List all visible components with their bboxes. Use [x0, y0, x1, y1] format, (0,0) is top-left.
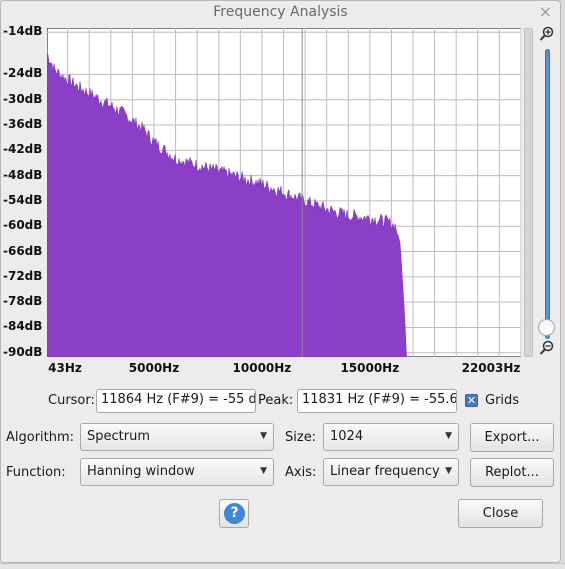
x-tick-label: 5000Hz — [128, 361, 180, 375]
x-tick-label: 43Hz — [48, 361, 82, 375]
y-tick-label: -78dB — [3, 294, 43, 309]
chevron-down-icon: ▼ — [445, 466, 452, 476]
zoom-in-icon[interactable] — [538, 26, 556, 44]
peak-label: Peak: — [258, 393, 294, 408]
spectrum-plot[interactable] — [47, 28, 521, 357]
y-tick-label: -60dB — [3, 218, 43, 233]
y-tick-label: -66dB — [3, 243, 43, 258]
size-select[interactable]: 1024 ▼ — [323, 423, 459, 451]
axis-value: Linear frequency — [330, 464, 440, 479]
axis-select[interactable]: Linear frequency ▼ — [323, 458, 459, 486]
peak-field[interactable]: 11831 Hz (F#9) = -55.6 — [297, 389, 457, 413]
grids-label: Grids — [485, 393, 520, 408]
help-button[interactable]: ? — [219, 499, 249, 528]
chevron-down-icon: ▼ — [260, 466, 267, 476]
y-tick-label: -42dB — [3, 142, 43, 157]
help-icon: ? — [224, 503, 245, 524]
algorithm-select[interactable]: Spectrum ▼ — [80, 423, 274, 451]
frequency-analysis-window: Frequency Analysis × -14dB -24dB -30dB -36d… — [0, 0, 561, 563]
replot-button[interactable]: Replot... — [470, 458, 554, 487]
grids-checkbox[interactable]: ✕ — [465, 394, 478, 407]
y-tick-label: -14dB — [3, 24, 43, 39]
x-tick-label: 15000Hz — [340, 361, 400, 375]
y-tick-label: -54dB — [3, 192, 43, 207]
y-tick-label: -24dB — [3, 66, 43, 81]
axis-label: Axis: — [285, 465, 317, 480]
chevron-down-icon: ▼ — [445, 431, 452, 441]
zoom-slider-track[interactable] — [545, 49, 550, 339]
export-button[interactable]: Export... — [470, 423, 554, 452]
cursor-field[interactable]: 11864 Hz (F#9) = -55 d — [96, 389, 256, 413]
spectrum-svg — [47, 28, 521, 357]
close-button[interactable]: Close — [458, 499, 543, 528]
algorithm-label: Algorithm: — [6, 430, 75, 445]
plot-vertical-scrollbar[interactable] — [524, 28, 533, 357]
cursor-label: Cursor: — [48, 393, 95, 408]
function-select[interactable]: Hanning window ▼ — [80, 458, 274, 486]
title-bar: Frequency Analysis × — [1, 1, 560, 25]
y-tick-label: -72dB — [3, 268, 43, 283]
window-close-icon[interactable]: × — [539, 2, 552, 21]
algorithm-value: Spectrum — [87, 429, 150, 444]
y-tick-label: -84dB — [3, 319, 43, 334]
zoom-out-icon[interactable] — [538, 340, 556, 358]
y-tick-label: -30dB — [3, 91, 43, 106]
chevron-down-icon: ▼ — [260, 431, 267, 441]
size-label: Size: — [285, 430, 317, 445]
size-value: 1024 — [330, 429, 364, 444]
y-tick-label: -36dB — [3, 117, 43, 131]
y-tick-label: -90dB — [3, 344, 43, 359]
function-value: Hanning window — [87, 464, 195, 479]
y-tick-label: -48dB — [3, 167, 43, 182]
background-window-edge — [0, 563, 565, 569]
window-title: Frequency Analysis — [213, 4, 348, 20]
x-tick-label: 22003Hz — [461, 361, 521, 375]
function-label: Function: — [6, 465, 66, 480]
x-tick-label: 10000Hz — [232, 361, 292, 375]
zoom-slider-handle[interactable] — [538, 319, 555, 336]
